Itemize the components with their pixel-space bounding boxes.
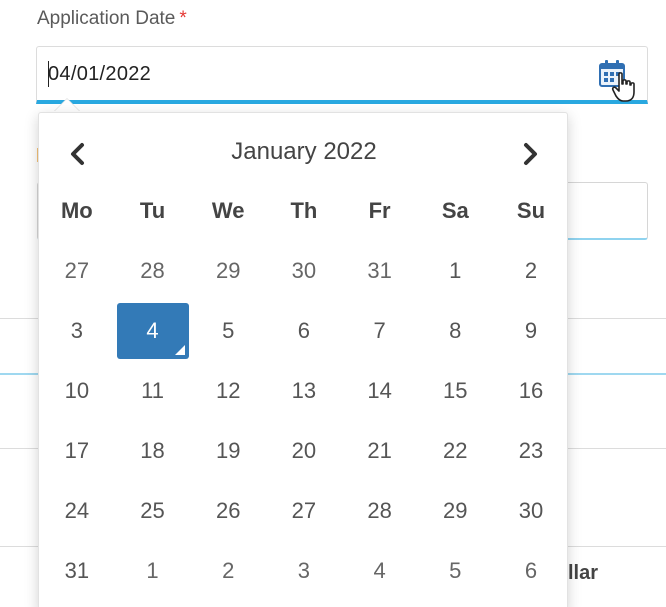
- day-cell[interactable]: 27: [266, 498, 342, 524]
- weekday-label: Sa: [441, 198, 469, 223]
- day-cell[interactable]: 30: [493, 498, 569, 524]
- month-title[interactable]: January 2022: [39, 138, 569, 166]
- calendar-grid: Mo Tu We Th Fr Sa Su 27 28 29 30 31 1 2 …: [39, 181, 569, 601]
- day-cell[interactable]: 31: [39, 558, 115, 584]
- required-mark: *: [179, 8, 187, 29]
- text-caret: [48, 61, 49, 87]
- day-cell[interactable]: 4: [342, 558, 418, 584]
- day-cell[interactable]: 28: [342, 498, 418, 524]
- calendar-toggle-button[interactable]: [597, 59, 635, 102]
- datepicker-header: January 2022: [39, 135, 569, 171]
- day-cell[interactable]: 2: [190, 558, 266, 584]
- day-cell[interactable]: 27: [39, 258, 115, 284]
- day-cell[interactable]: 21: [342, 438, 418, 464]
- day-cell[interactable]: 24: [39, 498, 115, 524]
- day-cell[interactable]: 29: [417, 498, 493, 524]
- selected-day-cell[interactable]: 4: [116, 303, 189, 359]
- day-cell[interactable]: 11: [115, 378, 191, 404]
- day-cell[interactable]: 9: [493, 318, 569, 344]
- day-cell[interactable]: 3: [39, 318, 115, 344]
- day-cell[interactable]: 26: [190, 498, 266, 524]
- selected-day-number: 4: [146, 318, 159, 343]
- day-cell[interactable]: 5: [417, 558, 493, 584]
- day-cell[interactable]: 18: [115, 438, 191, 464]
- day-cell[interactable]: 5: [190, 318, 266, 344]
- day-cell[interactable]: 28: [115, 258, 191, 284]
- day-cell[interactable]: 25: [115, 498, 191, 524]
- week-row: 24 25 26 27 28 29 30: [39, 481, 569, 541]
- weekday-header-row: Mo Tu We Th Fr Sa Su: [39, 181, 569, 241]
- week-row: 3 4 5 6 7 8 9: [39, 301, 569, 361]
- day-cell[interactable]: 13: [266, 378, 342, 404]
- day-cell[interactable]: 8: [417, 318, 493, 344]
- day-cell[interactable]: 2: [493, 258, 569, 284]
- weekday-label: We: [211, 198, 245, 223]
- day-cell[interactable]: 14: [342, 378, 418, 404]
- next-month-button[interactable]: [515, 139, 545, 169]
- day-cell[interactable]: 17: [39, 438, 115, 464]
- label-text: Application Date: [37, 8, 176, 29]
- weekday-label: Th: [290, 198, 318, 223]
- background-partial-text: llar: [568, 562, 599, 584]
- week-row: 27 28 29 30 31 1 2: [39, 241, 569, 301]
- week-row: 17 18 19 20 21 22 23: [39, 421, 569, 481]
- weekday-label: Su: [516, 198, 546, 223]
- day-cell[interactable]: 12: [190, 378, 266, 404]
- day-cell[interactable]: 20: [266, 438, 342, 464]
- week-row: 10 11 12 13 14 15 16: [39, 361, 569, 421]
- day-cell[interactable]: 3: [266, 558, 342, 584]
- calendar-icon: [599, 60, 635, 102]
- day-cell[interactable]: 1: [417, 258, 493, 284]
- day-cell[interactable]: 29: [190, 258, 266, 284]
- date-value[interactable]: 04/01/2022: [48, 63, 151, 86]
- weekday-label: Mo: [60, 198, 93, 223]
- application-date-input[interactable]: 04/01/2022: [36, 46, 648, 104]
- weekday-label: Fr: [368, 198, 391, 223]
- application-date-label: Application Date *: [37, 8, 187, 30]
- day-cell[interactable]: 22: [417, 438, 493, 464]
- datepicker-popup: January 2022 Mo Tu We Th Fr Sa Su 27 28 …: [38, 112, 568, 607]
- day-cell[interactable]: 15: [417, 378, 493, 404]
- weekday-label: Tu: [139, 198, 166, 223]
- day-cell[interactable]: 31: [342, 258, 418, 284]
- day-cell[interactable]: 7: [342, 318, 418, 344]
- day-cell[interactable]: 16: [493, 378, 569, 404]
- day-cell[interactable]: 6: [493, 558, 569, 584]
- day-cell[interactable]: 1: [115, 558, 191, 584]
- day-cell[interactable]: 6: [266, 318, 342, 344]
- selected-corner-mark: [174, 345, 185, 355]
- day-cell[interactable]: 19: [190, 438, 266, 464]
- day-cell[interactable]: 23: [493, 438, 569, 464]
- day-cell[interactable]: 10: [39, 378, 115, 404]
- day-cell[interactable]: 30: [266, 258, 342, 284]
- week-row: 31 1 2 3 4 5 6: [39, 541, 569, 601]
- chevron-right-icon: [524, 143, 537, 165]
- popup-pointer: [54, 99, 80, 112]
